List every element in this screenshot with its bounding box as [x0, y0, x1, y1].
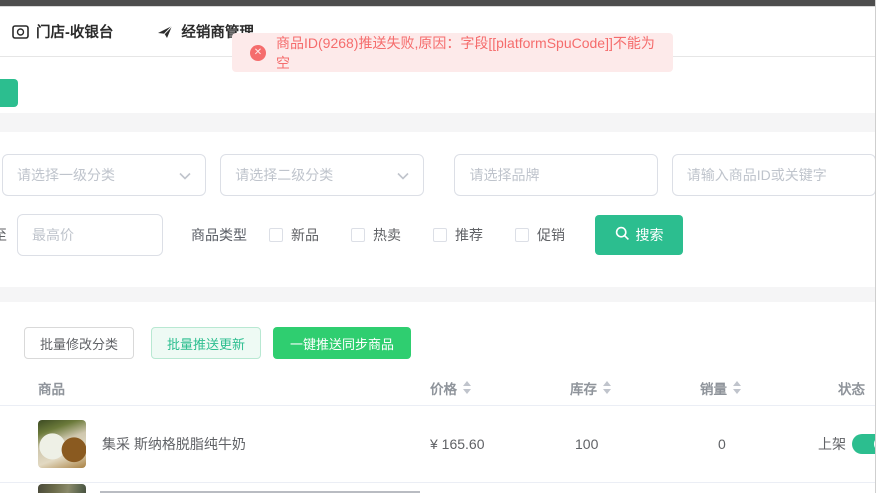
send-plane-icon	[157, 25, 174, 39]
chevron-down-icon	[397, 167, 409, 183]
filter-panel: 请选择一级分类 请选择二级分类 至 商品类型 新品	[0, 132, 876, 287]
sales-cell: 0	[718, 406, 726, 482]
checkbox-new-product[interactable]: 新品	[269, 225, 319, 245]
stock-cell: 100	[575, 406, 598, 482]
product-image	[38, 420, 86, 468]
table-header-row: 商品 价格 库存 销量 状态	[0, 370, 876, 406]
category-level1-select[interactable]: 请选择一级分类	[2, 154, 206, 196]
sort-carets-icon	[463, 381, 471, 394]
product-image	[38, 484, 86, 493]
header-label: 销量	[700, 378, 727, 398]
header-status: 状态	[838, 370, 865, 405]
checkbox-label: 热卖	[373, 225, 401, 245]
checkbox-label: 推荐	[455, 225, 483, 245]
batch-edit-category-button[interactable]: 批量修改分类	[24, 327, 134, 359]
select-placeholder: 请选择二级分类	[235, 165, 333, 185]
search-button-label: 搜索	[636, 225, 664, 245]
product-type-label: 商品类型	[191, 225, 247, 245]
checkbox-icon	[433, 228, 447, 242]
checkbox-label: 促销	[537, 225, 565, 245]
price-range-to-label: 至	[0, 225, 9, 245]
error-toast: ✕ 商品ID(9268)推送失败,原因：字段[[platformSpuCode]…	[232, 33, 673, 72]
category-level2-select[interactable]: 请选择二级分类	[220, 154, 424, 196]
keyword-field[interactable]	[672, 154, 876, 196]
keyword-input[interactable]	[687, 167, 861, 183]
tab-store-cashier[interactable]: 门店-收银台	[12, 21, 113, 42]
product-cell: 集采 斯纳格脱脂纯牛奶	[38, 420, 246, 468]
one-key-push-sync-button[interactable]: 一键推送同步商品	[273, 327, 411, 359]
brand-input[interactable]	[469, 167, 642, 183]
brand-select[interactable]	[454, 154, 657, 196]
checkbox-icon	[515, 228, 529, 242]
checkbox-icon	[351, 228, 365, 242]
sort-carets-icon	[733, 381, 741, 394]
select-placeholder: 请选择一级分类	[17, 165, 115, 185]
error-circle-icon: ✕	[250, 45, 266, 61]
table-row-partial	[0, 483, 876, 493]
price-cell: ¥ 165.60	[430, 406, 485, 482]
batch-actions-row: 批量修改分类 批量推送更新 一键推送同步商品	[24, 327, 876, 359]
header-product: 商品	[38, 370, 65, 405]
tab-label: 门店-收银台	[36, 21, 113, 42]
clipped-left-edge-button[interactable]	[0, 79, 18, 107]
browser-chrome-strip	[0, 0, 876, 7]
header-label: 商品	[38, 378, 65, 398]
product-name: 集采 斯纳格脱脂纯牛奶	[102, 434, 246, 454]
status-toggle[interactable]	[852, 434, 876, 454]
sort-ascending-icon[interactable]	[733, 381, 741, 386]
batch-push-update-button[interactable]: 批量推送更新	[151, 327, 261, 359]
header-label: 价格	[430, 378, 457, 398]
checkbox-hot-sale[interactable]: 热卖	[351, 225, 401, 245]
sort-descending-icon[interactable]	[603, 389, 611, 394]
header-label: 库存	[570, 378, 597, 398]
sort-ascending-icon[interactable]	[603, 381, 611, 386]
sort-descending-icon[interactable]	[463, 389, 471, 394]
checkbox-promotion[interactable]: 促销	[515, 225, 565, 245]
checkbox-recommend[interactable]: 推荐	[433, 225, 483, 245]
section-divider	[0, 113, 876, 132]
section-divider	[0, 287, 876, 302]
chevron-down-icon	[179, 167, 191, 183]
product-table-panel: 批量修改分类 批量推送更新 一键推送同步商品 商品 价格 库存 销量	[0, 302, 876, 493]
header-label: 状态	[838, 378, 865, 398]
search-icon	[615, 226, 630, 244]
header-stock: 库存	[570, 370, 611, 405]
search-button[interactable]: 搜索	[595, 215, 683, 255]
max-price-field[interactable]	[17, 214, 163, 256]
max-price-input[interactable]	[32, 227, 148, 243]
table-row: 集采 斯纳格脱脂纯牛奶 ¥ 165.60 100 0 上架	[0, 406, 876, 483]
checkbox-icon	[269, 228, 283, 242]
status-text: 上架	[818, 406, 846, 482]
checkbox-label: 新品	[291, 225, 319, 245]
error-toast-message: 商品ID(9268)推送失败,原因：字段[[platformSpuCode]]不…	[276, 33, 655, 73]
pos-terminal-icon	[12, 25, 29, 39]
sort-carets-icon	[603, 381, 611, 394]
header-sales: 销量	[700, 370, 741, 405]
header-price: 价格	[430, 370, 471, 405]
sort-descending-icon[interactable]	[733, 389, 741, 394]
sort-ascending-icon[interactable]	[463, 381, 471, 386]
